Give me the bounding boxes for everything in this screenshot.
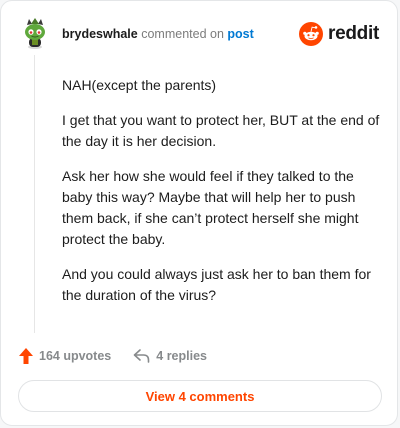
comment-paragraph: I get that you want to protect her, BUT … <box>62 112 380 149</box>
user-avatar[interactable] <box>19 17 51 49</box>
post-link[interactable]: post <box>227 27 253 41</box>
comment-header: brydeswhale commented on post reddit <box>19 17 381 53</box>
comment-body: NAH(except the parents) I get that you w… <box>62 75 380 320</box>
comment-paragraph: And you could always just ask her to ban… <box>62 266 371 303</box>
reply-arrow-icon <box>133 349 150 363</box>
comment-paragraph: Ask her how she would feel if they talke… <box>62 168 359 247</box>
upvote-button[interactable]: 164 upvotes <box>19 348 111 364</box>
comment-meta: brydeswhale commented on post <box>62 26 254 42</box>
snoo-avatar-icon <box>25 18 45 49</box>
reddit-logo-icon <box>299 22 324 46</box>
view-comments-button[interactable]: View 4 comments <box>18 380 382 412</box>
comment-embed-card: brydeswhale commented on post reddit NAH… <box>0 0 398 426</box>
comment-paragraph: NAH(except the parents) <box>62 77 217 93</box>
reddit-wordmark: reddit <box>328 23 379 44</box>
comment-actions: 164 upvotes 4 replies <box>19 345 207 367</box>
replies-button[interactable]: 4 replies <box>133 349 207 363</box>
reply-count: 4 replies <box>156 349 207 363</box>
upvote-arrow-icon <box>19 348 33 364</box>
thread-line <box>34 55 35 333</box>
reddit-brand[interactable]: reddit <box>299 21 379 47</box>
upvote-count: 164 upvotes <box>39 349 112 363</box>
username-link[interactable]: brydeswhale <box>62 27 138 41</box>
commented-on-text: commented on <box>141 27 224 41</box>
